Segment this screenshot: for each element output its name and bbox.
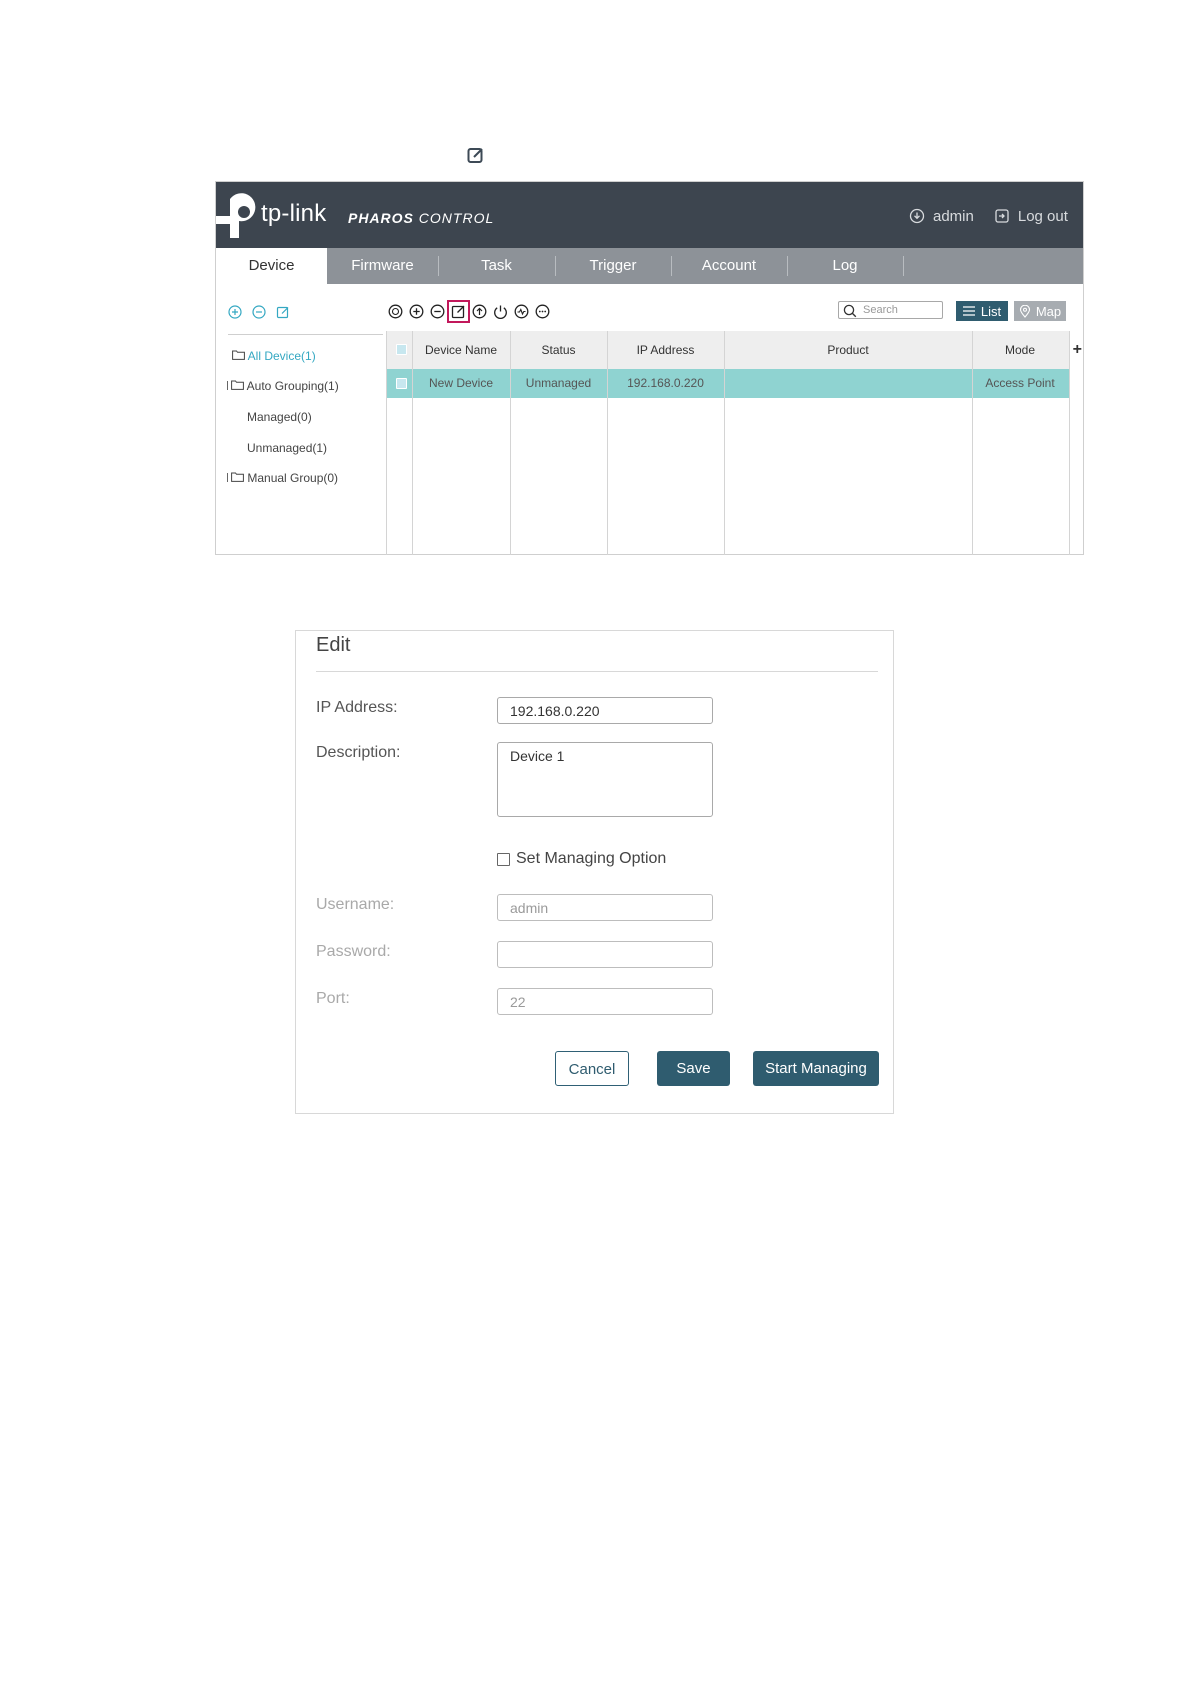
list-view-label: List <box>980 303 1002 319</box>
list-view-button[interactable]: List <box>956 301 1008 321</box>
set-managing-option[interactable]: Set Managing Option <box>497 850 666 868</box>
column-status[interactable]: Status <box>510 331 607 369</box>
cell-status: Unmanaged <box>525 376 592 390</box>
port-field[interactable]: 22 <box>497 988 713 1015</box>
column-device-name[interactable]: Device Name <box>412 331 510 369</box>
username-field[interactable]: admin <box>497 894 713 921</box>
row-checkbox[interactable] <box>396 378 407 389</box>
tp-link-logo-icon <box>216 193 256 238</box>
tree-item-managed[interactable]: Managed(0) <box>247 410 312 424</box>
speed-icon[interactable] <box>514 304 529 319</box>
cancel-button[interactable]: Cancel <box>555 1051 629 1086</box>
column-ip-address[interactable]: IP Address <box>607 331 724 369</box>
map-view-button[interactable]: Map <box>1014 301 1066 321</box>
device-toolbar <box>388 300 550 323</box>
cell-ip-address: 192.168.0.220 <box>627 376 704 390</box>
cell-mode: Access Point <box>985 376 1055 390</box>
map-view-label: Map <box>1035 303 1062 319</box>
pharos-control-window: tp-link PHAROS CONTROL admin Log out Dev… <box>215 181 1084 555</box>
table-header: Device Name Status IP Address Product Mo… <box>387 331 1082 370</box>
more-icon[interactable] <box>535 304 550 319</box>
edit-dialog: Edit IP Address: 192.168.0.220 Descripti… <box>295 630 894 1114</box>
folder-icon <box>232 350 245 360</box>
ip-address-label: IP Address: <box>316 699 398 716</box>
tree-item-auto-grouping[interactable]: Auto Grouping(1) <box>227 379 339 393</box>
table-row[interactable]: New Device Unmanaged 192.168.0.220 Acces… <box>387 369 1070 398</box>
logout-link[interactable]: Log out <box>1018 208 1068 225</box>
ip-address-field[interactable]: 192.168.0.220 <box>497 697 713 724</box>
column-divider <box>724 331 725 555</box>
edit-icon <box>467 148 483 163</box>
column-divider <box>412 331 413 555</box>
column-divider <box>510 331 511 555</box>
tree-item-unmanaged[interactable]: Unmanaged(1) <box>247 441 327 455</box>
password-field[interactable] <box>497 941 713 968</box>
tab-task[interactable]: Task <box>438 248 555 284</box>
cell-product <box>724 369 972 398</box>
folder-icon <box>231 472 244 482</box>
folder-icon <box>231 380 244 390</box>
tab-account[interactable]: Account <box>671 248 787 284</box>
edit-group-icon[interactable] <box>276 305 290 319</box>
product-name: PHAROS CONTROL <box>348 210 494 226</box>
add-icon[interactable] <box>409 304 424 319</box>
product-name-bold: PHAROS <box>348 210 414 226</box>
tab-separator <box>903 256 904 276</box>
reboot-icon[interactable] <box>493 304 508 319</box>
description-label: Description: <box>316 744 401 761</box>
select-all-checkbox[interactable] <box>396 344 407 355</box>
column-mode[interactable]: Mode <box>972 331 1068 369</box>
column-divider <box>1069 331 1070 555</box>
tree-item-label: Manual Group(0) <box>247 471 339 485</box>
sidebar-divider <box>228 334 383 335</box>
list-icon <box>962 306 975 316</box>
description-field[interactable]: Device 1 <box>497 742 713 817</box>
column-divider <box>607 331 608 555</box>
logout-icon <box>995 209 1009 223</box>
search-input[interactable]: Search <box>838 301 943 319</box>
password-label: Password: <box>316 943 391 960</box>
refresh-icon[interactable] <box>388 304 403 319</box>
logo-text: tp-link <box>261 200 327 227</box>
start-managing-button[interactable]: Start Managing <box>753 1051 879 1086</box>
group-toolbar <box>228 305 290 319</box>
dialog-title: Edit <box>316 634 351 656</box>
username-label: Username: <box>316 896 395 913</box>
remove-group-icon[interactable] <box>252 305 266 319</box>
upgrade-icon[interactable] <box>472 304 487 319</box>
tab-firmware[interactable]: Firmware <box>327 248 438 284</box>
set-managing-option-label: Set Managing Option <box>516 850 667 867</box>
add-column-button[interactable]: + <box>1073 341 1082 359</box>
tab-trigger[interactable]: Trigger <box>555 248 671 284</box>
save-button[interactable]: Save <box>657 1051 730 1086</box>
column-product[interactable]: Product <box>724 331 972 369</box>
tab-device[interactable]: Device <box>216 248 327 284</box>
set-managing-option-checkbox[interactable] <box>497 852 510 866</box>
search-placeholder: Search <box>863 304 898 316</box>
tree-item-label: Auto Grouping(1) <box>246 379 339 393</box>
add-group-icon[interactable] <box>228 305 242 319</box>
search-icon <box>843 304 857 318</box>
main-tabs: Device Firmware Task Trigger Account Log <box>216 248 1083 284</box>
edit-icon[interactable] <box>447 300 470 323</box>
user-icon <box>909 208 925 224</box>
product-name-rest: CONTROL <box>413 210 495 226</box>
header-bar: tp-link PHAROS CONTROL admin Log out <box>216 182 1083 248</box>
tree-item-label: All Device(1) <box>247 349 316 363</box>
column-divider <box>972 331 973 555</box>
tree-item-all-device[interactable]: All Device(1) <box>232 349 316 363</box>
device-table: Device Name Status IP Address Product Mo… <box>386 331 1082 555</box>
tree-item-manual-group[interactable]: Manual Group(0) <box>227 471 338 485</box>
tree-expander[interactable] <box>227 473 228 482</box>
user-area: admin Log out <box>909 206 1068 226</box>
dialog-divider <box>316 671 878 672</box>
remove-icon[interactable] <box>430 304 445 319</box>
username-label[interactable]: admin <box>933 208 974 225</box>
cell-device-name: New Device <box>428 376 494 390</box>
tab-log[interactable]: Log <box>787 248 903 284</box>
tree-expander[interactable] <box>227 381 228 390</box>
map-pin-icon <box>1019 304 1030 318</box>
port-label: Port: <box>316 990 350 1007</box>
